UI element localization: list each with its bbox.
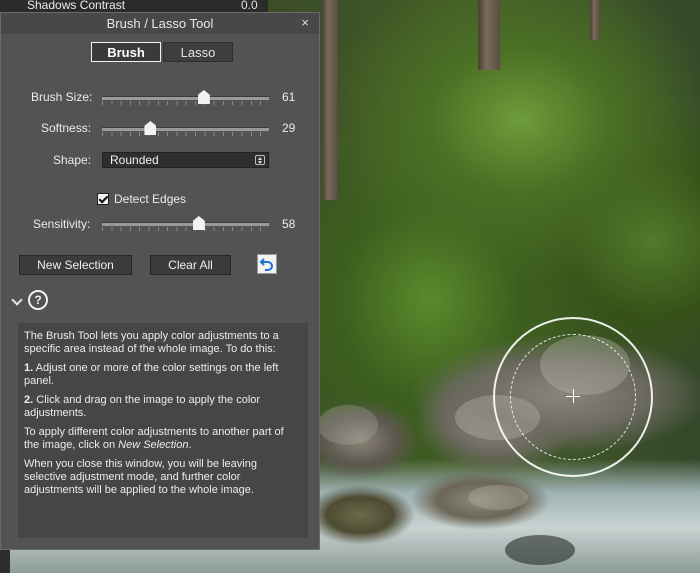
shape-select[interactable]: Rounded <box>102 152 269 168</box>
close-icon[interactable]: × <box>301 15 309 30</box>
sensitivity-slider-thumb[interactable] <box>192 216 205 230</box>
softness-value: 29 <box>282 121 296 135</box>
help-different-end: . <box>188 439 192 451</box>
shadows-contrast-row: Shadows Contrast 0.0 <box>0 0 268 12</box>
shape-selected-value: Rounded <box>110 153 159 167</box>
help-step-2-text: Click and drag on the image to apply the… <box>24 394 261 419</box>
brush-size-slider[interactable] <box>102 89 269 107</box>
sensitivity-value: 58 <box>282 217 296 231</box>
chevron-down-icon[interactable] <box>11 294 23 306</box>
shape-label: Shape: <box>53 153 92 167</box>
help-new-selection-link: New Selection <box>118 439 189 451</box>
detect-edges-checkbox[interactable] <box>97 193 109 205</box>
dropdown-arrows-icon <box>255 155 265 165</box>
sensitivity-label: Sensitivity: <box>33 217 91 231</box>
sensitivity-slider[interactable] <box>102 215 269 233</box>
brush-size-value: 61 <box>282 90 296 104</box>
help-different-adjustments: To apply different color adjustments to … <box>24 426 302 452</box>
tab-lasso[interactable]: Lasso <box>163 42 233 62</box>
detect-edges-label: Detect Edges <box>114 192 187 206</box>
help-step-2-number: 2. <box>24 394 34 406</box>
help-text-box: The Brush Tool lets you apply color adju… <box>18 323 308 538</box>
panel-title: Brush / Lasso Tool <box>106 16 214 31</box>
clear-all-button[interactable]: Clear All <box>150 255 231 275</box>
help-step-2: 2. Click and drag on the image to apply … <box>24 394 302 420</box>
help-step-1-number: 1. <box>24 362 34 374</box>
help-step-1-text: Adjust one or more of the color settings… <box>24 362 279 387</box>
brush-size-slider-thumb[interactable] <box>197 90 210 104</box>
undo-button[interactable] <box>257 254 277 274</box>
softness-slider[interactable] <box>102 120 269 138</box>
tab-brush[interactable]: Brush <box>91 42 161 62</box>
help-step-1: 1. Adjust one or more of the color setti… <box>24 362 302 388</box>
brush-lasso-panel: Brush / Lasso Tool × Brush Lasso Brush S… <box>0 12 320 550</box>
new-selection-button[interactable]: New Selection <box>19 255 132 275</box>
undo-icon <box>259 258 273 271</box>
help-intro: The Brush Tool lets you apply color adju… <box>24 330 279 355</box>
shadows-contrast-label: Shadows Contrast <box>27 0 126 12</box>
softness-slider-thumb[interactable] <box>144 121 157 135</box>
shadows-contrast-value: 0.0 <box>241 0 258 12</box>
help-closing: When you close this window, you will be … <box>24 458 257 496</box>
brush-size-label: Brush Size: <box>31 90 93 104</box>
panel-titlebar[interactable]: Brush / Lasso Tool × <box>1 13 319 34</box>
softness-label: Softness: <box>41 121 92 135</box>
help-icon[interactable]: ? <box>28 290 48 310</box>
